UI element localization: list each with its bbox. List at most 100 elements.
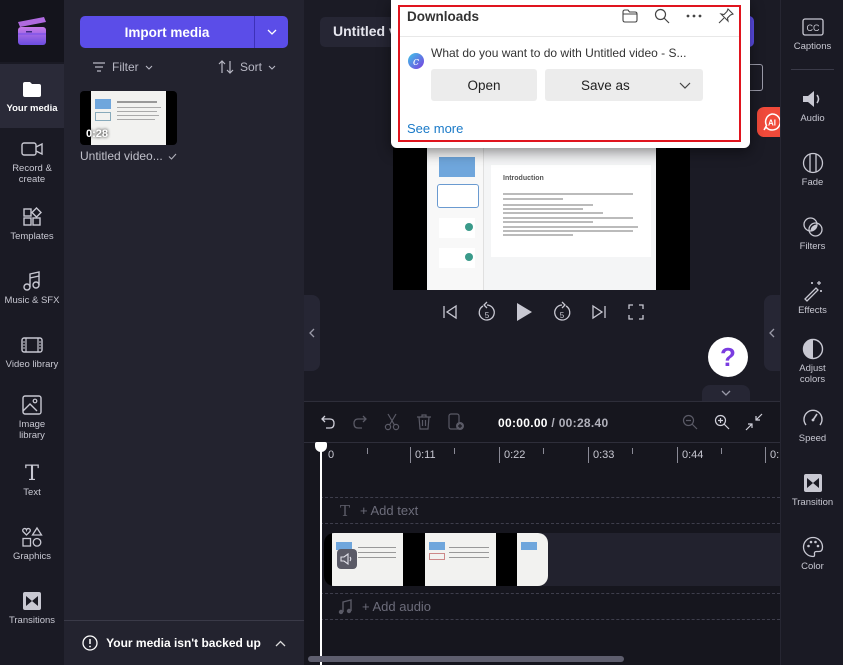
forward-5-button[interactable]: 5: [550, 300, 574, 324]
nav-label: Templates: [10, 231, 54, 242]
delete-button[interactable]: [414, 412, 434, 432]
pin-button[interactable]: [716, 6, 736, 26]
media-duration: 0:28: [86, 128, 109, 140]
nav-text[interactable]: T Text: [0, 462, 64, 498]
nav-image-library[interactable]: Image library: [0, 394, 64, 441]
text-track[interactable]: T + Add text: [320, 497, 780, 524]
panel-captions[interactable]: CC Captions: [781, 16, 843, 52]
see-more-link[interactable]: See more: [407, 121, 463, 136]
search-downloads-button[interactable]: [652, 6, 672, 26]
nav-video-library[interactable]: Video library: [0, 334, 64, 370]
panel-label: Captions: [793, 41, 832, 52]
fullscreen-button[interactable]: [624, 300, 648, 324]
skip-to-start-button[interactable]: [438, 300, 462, 324]
panel-fade[interactable]: Fade: [781, 152, 843, 188]
nav-label: Image library: [18, 419, 46, 441]
timeline-ruler[interactable]: 0 0:11 0:22 0:33 0:44 0:: [304, 442, 780, 466]
nav-transitions[interactable]: Transitions: [0, 590, 64, 626]
import-media-button[interactable]: Import media: [80, 16, 255, 48]
filter-button[interactable]: Filter: [92, 60, 153, 74]
zoom-out-button[interactable]: [680, 412, 700, 432]
nav-music-sfx[interactable]: Music & SFX: [0, 270, 64, 306]
panel-adjust-colors[interactable]: Adjust colors: [781, 338, 843, 385]
music-note-icon: [338, 598, 352, 614]
panel-transition[interactable]: Transition: [781, 472, 843, 508]
open-folder-button[interactable]: [620, 6, 640, 26]
transition-icon: [802, 472, 824, 494]
zoom-in-button[interactable]: [712, 412, 732, 432]
current-time: 00:00.00: [498, 416, 548, 430]
panel-speed[interactable]: Speed: [781, 408, 843, 444]
video-clip[interactable]: [324, 533, 548, 586]
nav-record-create[interactable]: Record & create: [0, 138, 64, 185]
help-button[interactable]: ?: [708, 337, 748, 377]
save-as-label: Save as: [581, 77, 630, 93]
sort-button[interactable]: Sort: [218, 60, 276, 74]
downloads-toolbar: [620, 6, 736, 26]
rewind-5-button[interactable]: 5: [475, 300, 499, 324]
toggle-timeline-button[interactable]: [702, 385, 750, 401]
nav-label: Your media: [6, 103, 58, 114]
add-to-timeline-button[interactable]: [446, 412, 466, 432]
panel-filters[interactable]: Filters: [781, 216, 843, 252]
fit-timeline-button[interactable]: [744, 412, 764, 432]
time-separator: /: [551, 416, 556, 430]
chevron-down-icon: [679, 82, 691, 89]
backup-notice-text: Your media isn't backed up: [106, 636, 261, 650]
timeline-toolbar: 00:00.00 / 00:28.40: [304, 402, 780, 442]
nav-templates[interactable]: Templates: [0, 206, 64, 242]
divider: [400, 36, 739, 37]
timeline-scrollbar[interactable]: [308, 656, 624, 662]
panel-label: Filters: [799, 241, 826, 252]
speaker-icon: [340, 553, 352, 565]
rewind-5s-icon: 5: [478, 301, 496, 321]
nav-label: Transitions: [8, 615, 56, 626]
save-as-button[interactable]: Save as: [545, 69, 703, 101]
ai-chat-icon: AI: [763, 113, 781, 131]
panel-effects[interactable]: Effects: [781, 280, 843, 316]
skip-forward-icon: [592, 304, 606, 320]
skip-to-end-button[interactable]: [587, 300, 611, 324]
film-icon: [21, 334, 43, 356]
collapse-properties-panel-button[interactable]: [764, 295, 780, 371]
mute-clip-button[interactable]: [337, 549, 357, 569]
panel-audio[interactable]: Audio: [781, 88, 843, 124]
panel-label: Effects: [798, 305, 827, 316]
search-icon: [654, 8, 670, 24]
pin-icon: [718, 8, 734, 24]
image-icon: [21, 394, 43, 416]
ruler-tick: 0:44: [677, 447, 703, 463]
backup-notice[interactable]: Your media isn't backed up: [64, 620, 304, 665]
media-item-name[interactable]: Untitled video...: [80, 149, 177, 163]
preview-frame-image: Introduction: [427, 148, 656, 290]
time-readout: 00:00.00 / 00:28.40: [498, 416, 608, 430]
split-button[interactable]: [382, 412, 402, 432]
redo-icon: [353, 415, 367, 429]
collapse-media-panel-button[interactable]: [304, 295, 320, 371]
fade-icon: [802, 152, 824, 174]
templates-icon: [21, 206, 43, 228]
audio-track[interactable]: + Add audio: [320, 593, 780, 620]
text-icon: T: [24, 461, 39, 485]
downloads-title: Downloads: [407, 9, 480, 24]
undo-button[interactable]: [318, 412, 338, 432]
play-button[interactable]: [512, 300, 536, 324]
nav-graphics[interactable]: Graphics: [0, 526, 64, 562]
camera-icon: [21, 138, 43, 160]
panel-color[interactable]: Color: [781, 536, 843, 572]
nav-your-media[interactable]: Your media: [0, 64, 64, 128]
playback-controls: 5 5: [438, 300, 648, 324]
timeline: 00:00.00 / 00:28.40 0 0:11 0:22 0:33 0:4…: [304, 401, 780, 665]
video-track: [324, 533, 780, 586]
clip-frame: [517, 533, 548, 586]
app-logo[interactable]: [0, 0, 64, 62]
clip-frame: [425, 533, 496, 586]
import-options-dropdown[interactable]: [255, 16, 288, 48]
playhead[interactable]: [320, 442, 322, 665]
filters-icon: [802, 216, 824, 238]
more-options-button[interactable]: [684, 6, 704, 26]
media-item-thumbnail[interactable]: 0:28: [80, 91, 177, 145]
text-icon: T: [340, 501, 351, 520]
redo-button[interactable]: [350, 412, 370, 432]
open-file-button[interactable]: Open: [431, 69, 537, 101]
